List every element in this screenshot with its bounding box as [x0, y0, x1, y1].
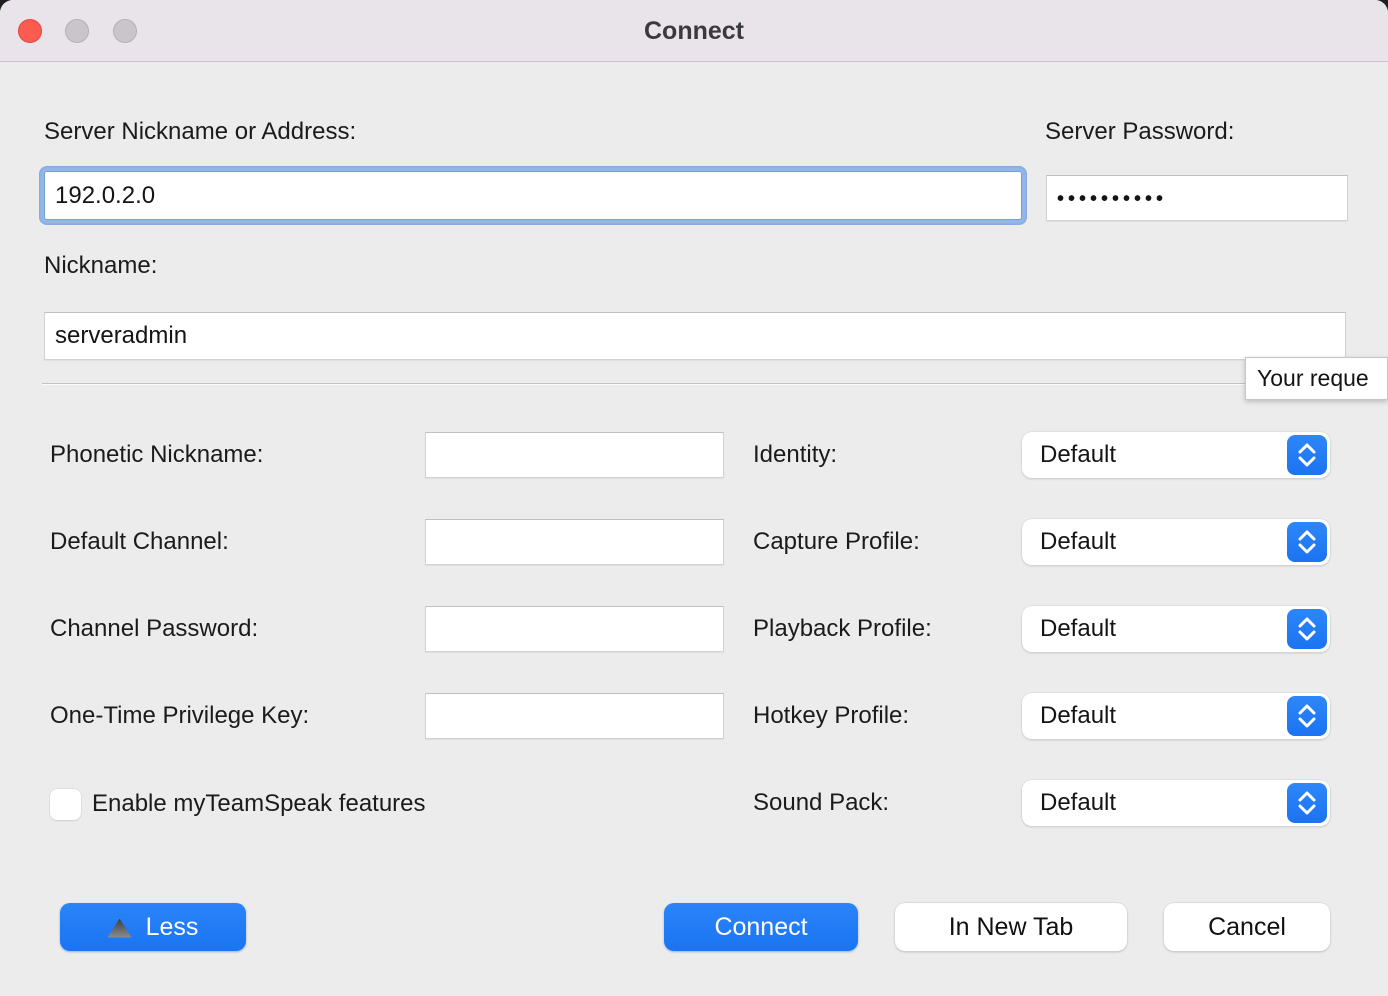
default-channel-label: Default Channel: [50, 528, 229, 556]
hotkey-profile-dropdown-value: Default [1040, 693, 1116, 739]
server-password-label: Server Password: [1045, 118, 1234, 146]
playback-profile-label: Playback Profile: [753, 615, 932, 643]
tooltip: Your reque [1245, 357, 1388, 400]
chevron-up-down-icon [1287, 783, 1327, 823]
in-new-tab-button[interactable]: In New Tab [895, 903, 1127, 951]
sound-pack-dropdown-value: Default [1040, 780, 1116, 826]
enable-myteamspeak-checkbox[interactable] [50, 789, 81, 820]
capture-profile-label: Capture Profile: [753, 528, 920, 556]
less-button-label: Less [146, 903, 199, 951]
channel-password-input[interactable] [425, 606, 724, 652]
hotkey-profile-label: Hotkey Profile: [753, 702, 909, 730]
enable-myteamspeak-label: Enable myTeamSpeak features [92, 790, 426, 818]
playback-profile-dropdown-value: Default [1040, 606, 1116, 652]
hotkey-profile-dropdown[interactable]: Default [1022, 693, 1330, 739]
nickname-input[interactable] [44, 312, 1346, 360]
less-button[interactable]: Less [60, 903, 246, 951]
server-address-focus-ring [39, 166, 1027, 225]
connect-button[interactable]: Connect [664, 903, 858, 951]
nickname-label: Nickname: [44, 252, 157, 280]
phonetic-nickname-label: Phonetic Nickname: [50, 441, 263, 469]
privilege-key-input[interactable] [425, 693, 724, 739]
server-address-input[interactable] [44, 171, 1022, 220]
sound-pack-label: Sound Pack: [753, 789, 889, 817]
section-separator [42, 383, 1388, 385]
server-password-input[interactable] [1046, 175, 1348, 221]
sound-pack-dropdown[interactable]: Default [1022, 780, 1330, 826]
identity-dropdown-value: Default [1040, 432, 1116, 478]
window-title: Connect [0, 0, 1388, 62]
cancel-button[interactable]: Cancel [1164, 903, 1330, 951]
triangle-up-icon [108, 919, 132, 938]
capture-profile-dropdown[interactable]: Default [1022, 519, 1330, 565]
identity-dropdown[interactable]: Default [1022, 432, 1330, 478]
default-channel-input[interactable] [425, 519, 724, 565]
connect-dialog: Connect Server Nickname or Address: Serv… [0, 0, 1388, 996]
chevron-up-down-icon [1287, 696, 1327, 736]
chevron-up-down-icon [1287, 435, 1327, 475]
phonetic-nickname-input[interactable] [425, 432, 724, 478]
playback-profile-dropdown[interactable]: Default [1022, 606, 1330, 652]
chevron-up-down-icon [1287, 609, 1327, 649]
channel-password-label: Channel Password: [50, 615, 258, 643]
identity-label: Identity: [753, 441, 837, 469]
privilege-key-label: One-Time Privilege Key: [50, 702, 309, 730]
titlebar: Connect [0, 0, 1388, 62]
chevron-up-down-icon [1287, 522, 1327, 562]
server-address-label: Server Nickname or Address: [44, 118, 356, 146]
capture-profile-dropdown-value: Default [1040, 519, 1116, 565]
